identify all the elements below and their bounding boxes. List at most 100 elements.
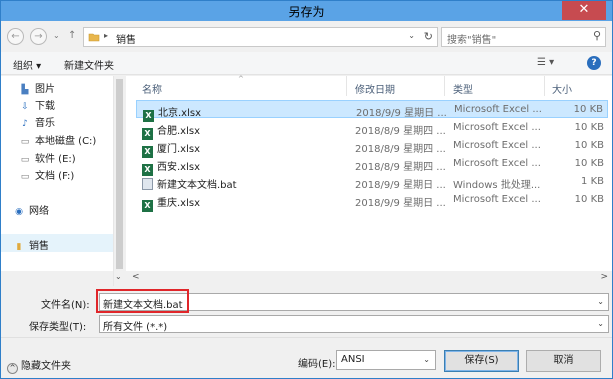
download-icon: ⇩	[21, 102, 29, 112]
column-header-name[interactable]: 名称	[142, 81, 162, 96]
scroll-left-icon[interactable]: <	[132, 272, 140, 282]
file-type: Windows 批处理...	[453, 180, 541, 191]
scroll-down-icon[interactable]: ⌄	[115, 272, 122, 281]
drive-icon: ▭	[20, 155, 30, 165]
address-bar[interactable]: ▸ 销售 ⌄ ↻	[83, 27, 438, 47]
file-name: 厦门.xlsx	[157, 144, 201, 155]
file-row[interactable]: X 北京.xlsx 2018/9/9 星期日 ... Microsoft Exce…	[136, 100, 608, 122]
forward-button[interactable]: →	[30, 28, 47, 45]
sidebar-item-sales[interactable]: ▮ 销售	[13, 237, 49, 252]
sidebar-item-pictures[interactable]: ▙ 图片	[19, 80, 55, 95]
collapse-icon: ^	[7, 363, 18, 374]
file-type: Microsoft Excel ...	[453, 158, 541, 169]
chevron-right-icon: ▸	[104, 31, 109, 40]
folder-icon: ▮	[16, 242, 22, 252]
chevron-down-icon[interactable]: ⌄	[597, 297, 604, 306]
column-header-size[interactable]: 大小	[552, 81, 572, 96]
breadcrumb-current[interactable]: 销售	[116, 31, 136, 46]
chevron-down-icon[interactable]: ⌄	[423, 355, 430, 364]
view-options-icon[interactable]: ☰ ▾	[537, 57, 554, 68]
folder-icon	[88, 31, 100, 46]
window-title: 另存为	[288, 5, 325, 19]
chevron-down-icon[interactable]: ⌄	[408, 31, 415, 40]
encoding-select[interactable]: ANSI ⌄	[336, 350, 436, 370]
filetype-select[interactable]: 所有文件 (*.*) ⌄	[99, 315, 609, 333]
file-size: 10 KB	[574, 194, 604, 205]
chevron-down-icon[interactable]: ⌄	[597, 319, 604, 328]
file-size: 10 KB	[574, 158, 604, 169]
file-name: 重庆.xlsx	[157, 198, 201, 209]
file-date: 2018/8/9 星期四 ...	[355, 126, 445, 137]
organize-button[interactable]: 组织 ▾	[13, 57, 41, 72]
close-button[interactable]: ✕	[562, 1, 606, 20]
sidebar-item-downloads[interactable]: ⇩ 下载	[19, 97, 55, 112]
drive-icon: ▭	[20, 172, 30, 182]
encoding-label: 编码(E):	[298, 359, 336, 370]
file-row[interactable]: X 西安.xlsx 2018/8/9 星期四 ... Microsoft Exce…	[136, 155, 608, 176]
column-header-date[interactable]: 修改日期	[355, 81, 395, 96]
file-row[interactable]: X 重庆.xlsx 2018/9/9 星期日 ... Microsoft Exce…	[136, 191, 608, 212]
navigation-pane: ▙ 图片 ⇩ 下载 ♪ 音乐 ▭ 本地磁盘 (C:) ▭ 软件 (E:) ▭ 文档 (F:)…	[1, 76, 113, 271]
hide-folders-label: 隐藏文件夹	[21, 361, 71, 372]
excel-file-icon: X	[142, 200, 153, 212]
search-icon[interactable]: ⚲	[593, 29, 601, 42]
up-button[interactable]: ↑	[68, 30, 76, 41]
hide-folders-button[interactable]: ^ 隐藏文件夹	[7, 357, 71, 374]
column-divider[interactable]	[444, 76, 445, 96]
file-size: 10 KB	[573, 104, 603, 115]
command-bar: 组织 ▾ 新建文件夹 ☰ ▾ ?	[1, 52, 612, 75]
back-button[interactable]: ←	[7, 28, 24, 45]
file-type: Microsoft Excel ...	[453, 140, 541, 151]
sidebar-item-network[interactable]: ◉ 网络	[13, 202, 49, 217]
file-date: 2018/8/9 星期四 ...	[355, 144, 445, 155]
refresh-icon[interactable]: ↻	[424, 30, 433, 43]
file-date: 2018/8/9 星期四 ...	[355, 162, 445, 173]
file-row[interactable]: 新建文本文档.bat 2018/9/9 星期日 ... Windows 批处理.…	[136, 173, 608, 191]
file-name: 西安.xlsx	[157, 162, 201, 173]
cancel-button[interactable]: 取消	[526, 350, 601, 372]
sort-ascending-icon: ^	[238, 75, 244, 83]
music-icon: ♪	[22, 119, 28, 129]
recent-locations-dropdown[interactable]: ⌄	[53, 31, 60, 40]
save-button[interactable]: 保存(S)	[444, 350, 519, 372]
sidebar-item-drive-c[interactable]: ▭ 本地磁盘 (C:)	[19, 132, 97, 147]
batch-file-icon	[142, 178, 153, 190]
file-list: ^ 名称 修改日期 类型 大小 X 北京.xlsx 2018/9/9 星期日 ..…	[126, 75, 612, 271]
filename-label: 文件名(N):	[41, 300, 90, 311]
filetype-value: 所有文件 (*.*)	[103, 322, 168, 333]
save-as-dialog: 另存为 ✕ ← → ⌄ ↑ ▸ 销售 ⌄ ↻ 搜索"销售" ⚲ 组织 ▾ 新建文…	[0, 0, 613, 379]
file-row[interactable]: X 厦门.xlsx 2018/8/9 星期四 ... Microsoft Exce…	[136, 137, 608, 158]
file-row[interactable]: X 合肥.xlsx 2018/8/9 星期四 ... Microsoft Exce…	[136, 119, 608, 140]
column-header-type[interactable]: 类型	[453, 81, 473, 96]
horizontal-scrollbar[interactable]: < >	[126, 271, 612, 285]
file-name: 北京.xlsx	[158, 108, 202, 119]
pictures-icon: ▙	[21, 85, 29, 95]
footer-divider	[1, 337, 612, 338]
sidebar-item-drive-f[interactable]: ▭ 文档 (F:)	[19, 167, 75, 182]
sidebar-item-music[interactable]: ♪ 音乐	[19, 114, 55, 129]
file-name: 新建文本文档.bat	[157, 180, 237, 191]
file-type: Microsoft Excel ...	[453, 194, 541, 205]
encoding-value: ANSI	[341, 354, 365, 365]
file-size: 10 KB	[574, 122, 604, 133]
column-divider[interactable]	[544, 76, 545, 96]
search-input[interactable]: 搜索"销售" ⚲	[441, 27, 606, 47]
sidebar-item-drive-e[interactable]: ▭ 软件 (E:)	[19, 150, 76, 165]
column-divider[interactable]	[346, 76, 347, 96]
file-date: 2018/9/9 星期日 ...	[355, 180, 445, 191]
file-date: 2018/9/9 星期日 ...	[356, 108, 446, 119]
file-size: 10 KB	[574, 140, 604, 151]
title-bar: 另存为 ✕	[1, 1, 612, 21]
filename-highlight-box	[96, 289, 189, 313]
new-folder-button[interactable]: 新建文件夹	[64, 57, 114, 72]
scrollbar-thumb[interactable]	[116, 79, 123, 269]
network-icon: ◉	[15, 207, 23, 217]
help-icon[interactable]: ?	[587, 56, 601, 70]
drive-icon: ▭	[20, 137, 30, 147]
file-size: 1 KB	[581, 176, 604, 187]
scroll-right-icon[interactable]: >	[600, 272, 608, 282]
search-placeholder: 搜索"销售"	[447, 35, 497, 46]
file-type: Microsoft Excel ...	[453, 122, 541, 133]
navigation-pane-scrollbar[interactable]: ⌄	[113, 76, 125, 286]
navigation-bar: ← → ⌄ ↑ ▸ 销售 ⌄ ↻ 搜索"销售" ⚲	[1, 21, 612, 51]
